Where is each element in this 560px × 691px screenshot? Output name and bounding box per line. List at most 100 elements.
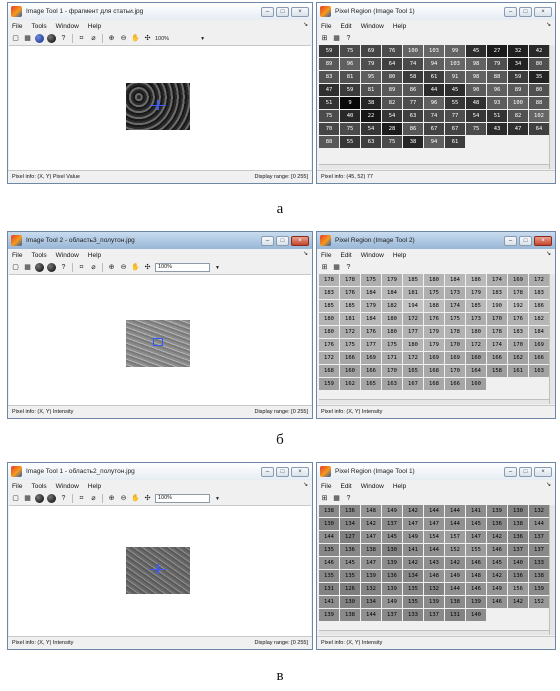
image-tool-window[interactable]: Image Tool 2 - область3_полутон.jpg – □ … (7, 231, 313, 419)
maximize-button[interactable]: □ (276, 235, 289, 246)
menu-window[interactable]: Window (56, 483, 79, 490)
menu-tools[interactable]: Tools (31, 483, 46, 490)
close-button[interactable]: × (534, 6, 552, 17)
help-icon[interactable]: ? (59, 34, 68, 43)
crop-icon[interactable]: ⌗ (77, 34, 86, 43)
pixel-grid-viewport[interactable]: 59 75 69 76 100 103 99 45 27 32 42 89 96 79 64 74 94 103 9… (319, 45, 549, 169)
menu-tools[interactable]: Tools (31, 23, 46, 30)
vertical-scrollbar[interactable] (549, 45, 555, 169)
image[interactable] (126, 320, 190, 367)
adjust-contrast-icon[interactable] (47, 263, 56, 272)
zoom-out-icon[interactable]: ⊖ (119, 494, 128, 503)
menu-help[interactable]: Help (88, 483, 101, 490)
close-button[interactable]: × (291, 235, 309, 246)
image[interactable] (126, 83, 190, 130)
pixel-values-icon[interactable]: ▦ (332, 263, 341, 272)
copy-to-workspace-icon[interactable]: ⊞ (320, 494, 329, 503)
fit-view-icon[interactable]: ✣ (143, 34, 152, 43)
distance-tool-icon[interactable]: ⌀ (89, 263, 98, 272)
menu-dock-arrow-icon[interactable]: ↘ (303, 481, 308, 488)
image-information-icon[interactable] (35, 494, 44, 503)
pixel-values-icon[interactable]: ▦ (332, 494, 341, 503)
menu-dock-arrow-icon[interactable]: ↘ (303, 250, 308, 257)
image-information-icon[interactable] (35, 263, 44, 272)
image-canvas[interactable] (9, 45, 311, 170)
menu-help[interactable]: Help (393, 252, 406, 259)
title-bar[interactable]: Pixel Region (Image Tool 1) – □ × (317, 463, 555, 480)
menu-edit[interactable]: Edit (340, 23, 351, 30)
minimize-button[interactable]: – (261, 235, 274, 246)
title-bar[interactable]: Image Tool 2 - область3_полутон.jpg – □ … (8, 232, 312, 249)
menu-help[interactable]: Help (88, 23, 101, 30)
minimize-button[interactable]: – (261, 6, 274, 17)
copy-to-workspace-icon[interactable]: ⊞ (320, 34, 329, 43)
crop-icon[interactable]: ⌗ (77, 263, 86, 272)
help-icon[interactable]: ? (344, 494, 353, 503)
fit-view-icon[interactable]: ✣ (143, 494, 152, 503)
close-button[interactable]: × (534, 466, 552, 477)
zoom-dropdown-arrow-icon[interactable]: ▼ (215, 265, 220, 271)
maximize-button[interactable]: □ (519, 466, 532, 477)
horizontal-scrollbar[interactable] (319, 399, 549, 404)
zoom-out-icon[interactable]: ⊖ (119, 34, 128, 43)
image[interactable] (126, 547, 190, 594)
menu-file[interactable]: File (12, 483, 22, 490)
close-button[interactable]: × (534, 235, 552, 246)
menu-file[interactable]: File (321, 483, 331, 490)
minimize-button[interactable]: – (261, 466, 274, 477)
pixel-region-window[interactable]: Pixel Region (Image Tool 2) – □ × File E… (316, 231, 556, 419)
menu-file[interactable]: File (321, 23, 331, 30)
menu-help[interactable]: Help (88, 252, 101, 259)
distance-tool-icon[interactable]: ⌀ (89, 494, 98, 503)
horizontal-scrollbar[interactable] (319, 630, 549, 635)
horizontal-scrollbar[interactable] (319, 164, 549, 169)
zoom-dropdown-arrow-icon[interactable]: ▼ (215, 496, 220, 502)
pixel-region-window[interactable]: Pixel Region (Image Tool 1) – □ × File E… (316, 462, 556, 650)
pixel-region-icon[interactable]: ▦ (23, 263, 32, 272)
help-icon[interactable]: ? (59, 494, 68, 503)
new-figure-icon[interactable]: ▢ (11, 494, 20, 503)
minimize-button[interactable]: – (504, 235, 517, 246)
minimize-button[interactable]: – (504, 6, 517, 17)
adjust-contrast-icon[interactable] (47, 494, 56, 503)
zoom-dropdown-arrow-icon[interactable]: ▼ (200, 36, 205, 42)
menu-file[interactable]: File (12, 252, 22, 259)
zoom-in-icon[interactable]: ⊕ (107, 494, 116, 503)
image-information-icon[interactable] (35, 34, 44, 43)
close-button[interactable]: × (291, 6, 309, 17)
pixel-region-rectangle-icon[interactable] (153, 338, 163, 346)
image-tool-window[interactable]: Image Tool 1 - фрагмент для статьи.jpg –… (7, 2, 313, 184)
pixel-region-icon[interactable]: ▦ (23, 494, 32, 503)
menu-dock-arrow-icon[interactable]: ↘ (546, 250, 551, 257)
title-bar[interactable]: Image Tool 1 - область2_полутон.jpg – □ … (8, 463, 312, 480)
zoom-combobox[interactable]: 100% (155, 494, 210, 503)
maximize-button[interactable]: □ (276, 466, 289, 477)
pixel-grid-viewport[interactable]: 178 178 175 179 185 180 184 186 174 169 172 183 176 1… (319, 274, 549, 404)
pixel-values-icon[interactable]: ▦ (332, 34, 341, 43)
menu-window[interactable]: Window (56, 23, 79, 30)
zoom-in-icon[interactable]: ⊕ (107, 34, 116, 43)
zoom-in-icon[interactable]: ⊕ (107, 263, 116, 272)
distance-tool-icon[interactable]: ⌀ (89, 34, 98, 43)
help-icon[interactable]: ? (344, 263, 353, 272)
image-canvas[interactable] (9, 274, 311, 405)
image-canvas[interactable] (9, 505, 311, 636)
maximize-button[interactable]: □ (519, 235, 532, 246)
pixel-grid-viewport[interactable]: 138 136 148 149 142 144 144 141 139 130 132 130 134 1… (319, 505, 549, 635)
menu-edit[interactable]: Edit (340, 252, 351, 259)
menu-tools[interactable]: Tools (31, 252, 46, 259)
vertical-scrollbar[interactable] (549, 274, 555, 404)
fit-view-icon[interactable]: ✣ (143, 263, 152, 272)
help-icon[interactable]: ? (59, 263, 68, 272)
pixel-region-icon[interactable]: ▦ (23, 34, 32, 43)
pan-hand-icon[interactable]: ✋ (131, 34, 140, 43)
pixel-region-window[interactable]: Pixel Region (Image Tool 1) – □ × File E… (316, 2, 556, 184)
menu-dock-arrow-icon[interactable]: ↘ (303, 21, 308, 28)
menu-file[interactable]: File (12, 23, 22, 30)
menu-edit[interactable]: Edit (340, 483, 351, 490)
menu-window[interactable]: Window (56, 252, 79, 259)
menu-help[interactable]: Help (393, 483, 406, 490)
vertical-scrollbar[interactable] (549, 505, 555, 635)
close-button[interactable]: × (291, 466, 309, 477)
menu-help[interactable]: Help (393, 23, 406, 30)
